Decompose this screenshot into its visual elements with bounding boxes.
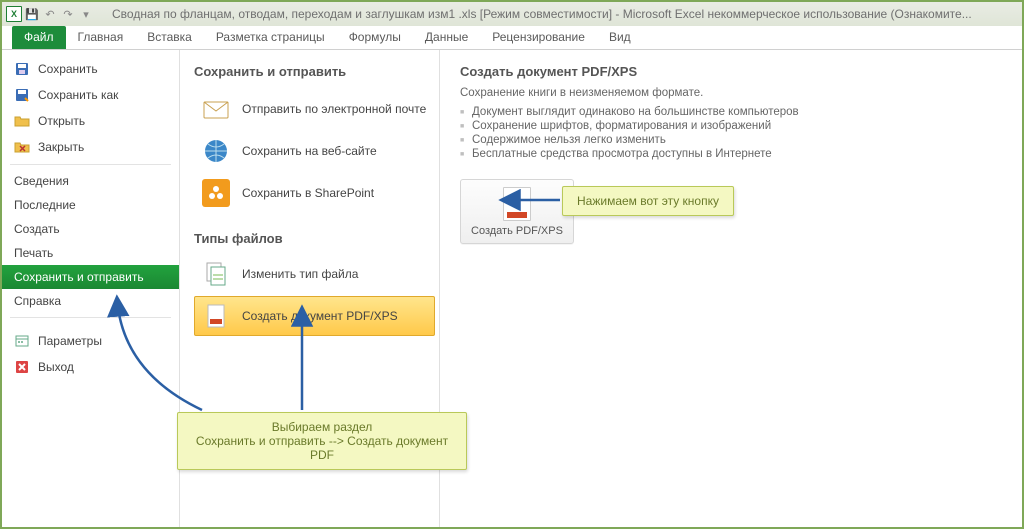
opt-label: Сохранить на веб-сайте	[242, 144, 377, 158]
sidebar-item-savesend[interactable]: Сохранить и отправить	[2, 265, 179, 289]
feature-item: Документ выглядит одинаково на большинст…	[472, 105, 1002, 119]
detail-panel: Создать документ PDF/XPS Сохранение книг…	[440, 50, 1022, 527]
detail-heading: Создать документ PDF/XPS	[460, 64, 1002, 79]
opt-sharepoint[interactable]: Сохранить в SharePoint	[194, 173, 435, 213]
qat-save-icon[interactable]: 💾	[24, 6, 40, 22]
sidebar-label: Создать	[14, 222, 60, 236]
tab-review[interactable]: Рецензирование	[480, 26, 597, 49]
opt-label: Создать документ PDF/XPS	[242, 309, 398, 323]
sidebar-item-new[interactable]: Создать	[2, 217, 179, 241]
globe-icon	[202, 137, 230, 165]
qat-more-icon[interactable]: ▾	[78, 6, 94, 22]
opt-web[interactable]: Сохранить на веб-сайте	[194, 131, 435, 171]
pdf-icon	[202, 302, 230, 330]
callout-line2: Сохранить и отправить --> Создать докуме…	[192, 434, 452, 462]
sidebar-label: Сохранить как	[38, 88, 118, 102]
sidebar-label: Сохранить	[38, 62, 98, 76]
sidebar-item-print[interactable]: Печать	[2, 241, 179, 265]
sidebar-item-save[interactable]: Сохранить	[2, 56, 179, 82]
quick-access-toolbar: X 💾 ↶ ↷ ▾	[6, 6, 94, 22]
sidebar-item-options[interactable]: Параметры	[2, 328, 179, 354]
close-icon	[14, 139, 30, 155]
sidebar-item-open[interactable]: Открыть	[2, 108, 179, 134]
button-label: Создать PDF/XPS	[471, 225, 563, 238]
callout-line1: Выбираем раздел	[192, 420, 452, 434]
sidebar-item-help[interactable]: Справка	[2, 289, 179, 313]
feature-item: Содержимое нельзя легко изменить	[472, 133, 1002, 147]
opt-email[interactable]: Отправить по электронной почте	[194, 89, 435, 129]
window-title: Сводная по фланцам, отводам, переходам и…	[94, 7, 1018, 21]
opt-label: Отправить по электронной почте	[242, 102, 426, 116]
tab-home[interactable]: Главная	[66, 26, 136, 49]
sidebar-label: Параметры	[38, 334, 102, 348]
sidebar-label: Последние	[14, 198, 76, 212]
section-heading-filetypes: Типы файлов	[194, 231, 435, 246]
tab-file[interactable]: Файл	[12, 26, 66, 49]
changetype-icon	[202, 260, 230, 288]
saveas-icon	[14, 87, 30, 103]
qat-redo-icon[interactable]: ↷	[60, 6, 76, 22]
sidebar-item-saveas[interactable]: Сохранить как	[2, 82, 179, 108]
tab-view[interactable]: Вид	[597, 26, 643, 49]
callout-press-button: Нажимаем вот эту кнопку	[562, 186, 734, 216]
opt-label: Изменить тип файла	[242, 267, 358, 281]
feature-item: Сохранение шрифтов, форматирования и изо…	[472, 119, 1002, 133]
sidebar-item-info[interactable]: Сведения	[2, 169, 179, 193]
tab-pagelayout[interactable]: Разметка страницы	[204, 26, 337, 49]
sidebar-label: Выход	[38, 360, 74, 374]
section-heading: Сохранить и отправить	[194, 64, 435, 79]
feature-list: Документ выглядит одинаково на большинст…	[460, 105, 1002, 161]
detail-desc: Сохранение книги в неизменяемом формате.	[460, 87, 1002, 99]
excel-icon: X	[6, 6, 22, 22]
tab-insert[interactable]: Вставка	[135, 26, 204, 49]
backstage-sidebar: Сохранить Сохранить как Открыть Закрыть …	[2, 50, 180, 527]
sidebar-label: Сохранить и отправить	[14, 270, 144, 284]
backstage-view: Сохранить Сохранить как Открыть Закрыть …	[2, 50, 1022, 527]
opt-label: Сохранить в SharePoint	[242, 186, 374, 200]
callout-choose-section: Выбираем раздел Сохранить и отправить --…	[177, 412, 467, 470]
document-icon	[503, 187, 531, 221]
sidebar-label: Печать	[14, 246, 53, 260]
sidebar-item-exit[interactable]: Выход	[2, 354, 179, 380]
title-bar: X 💾 ↶ ↷ ▾ Сводная по фланцам, отводам, п…	[2, 2, 1022, 26]
ribbon-tabs: Файл Главная Вставка Разметка страницы Ф…	[2, 26, 1022, 50]
sidebar-label: Сведения	[14, 174, 69, 188]
opt-pdfxps[interactable]: Создать документ PDF/XPS	[194, 296, 435, 336]
sidebar-item-recent[interactable]: Последние	[2, 193, 179, 217]
tab-formulas[interactable]: Формулы	[337, 26, 413, 49]
sidebar-label: Открыть	[38, 114, 85, 128]
email-icon	[202, 95, 230, 123]
sidebar-label: Справка	[14, 294, 61, 308]
options-icon	[14, 333, 30, 349]
sidebar-item-close[interactable]: Закрыть	[2, 134, 179, 160]
qat-undo-icon[interactable]: ↶	[42, 6, 58, 22]
open-icon	[14, 113, 30, 129]
tab-data[interactable]: Данные	[413, 26, 480, 49]
sidebar-label: Закрыть	[38, 140, 84, 154]
feature-item: Бесплатные средства просмотра доступны в…	[472, 147, 1002, 161]
exit-icon	[14, 359, 30, 375]
opt-changetype[interactable]: Изменить тип файла	[194, 254, 435, 294]
sharepoint-icon	[202, 179, 230, 207]
create-pdfxps-button[interactable]: Создать PDF/XPS	[460, 179, 574, 244]
save-icon	[14, 61, 30, 77]
